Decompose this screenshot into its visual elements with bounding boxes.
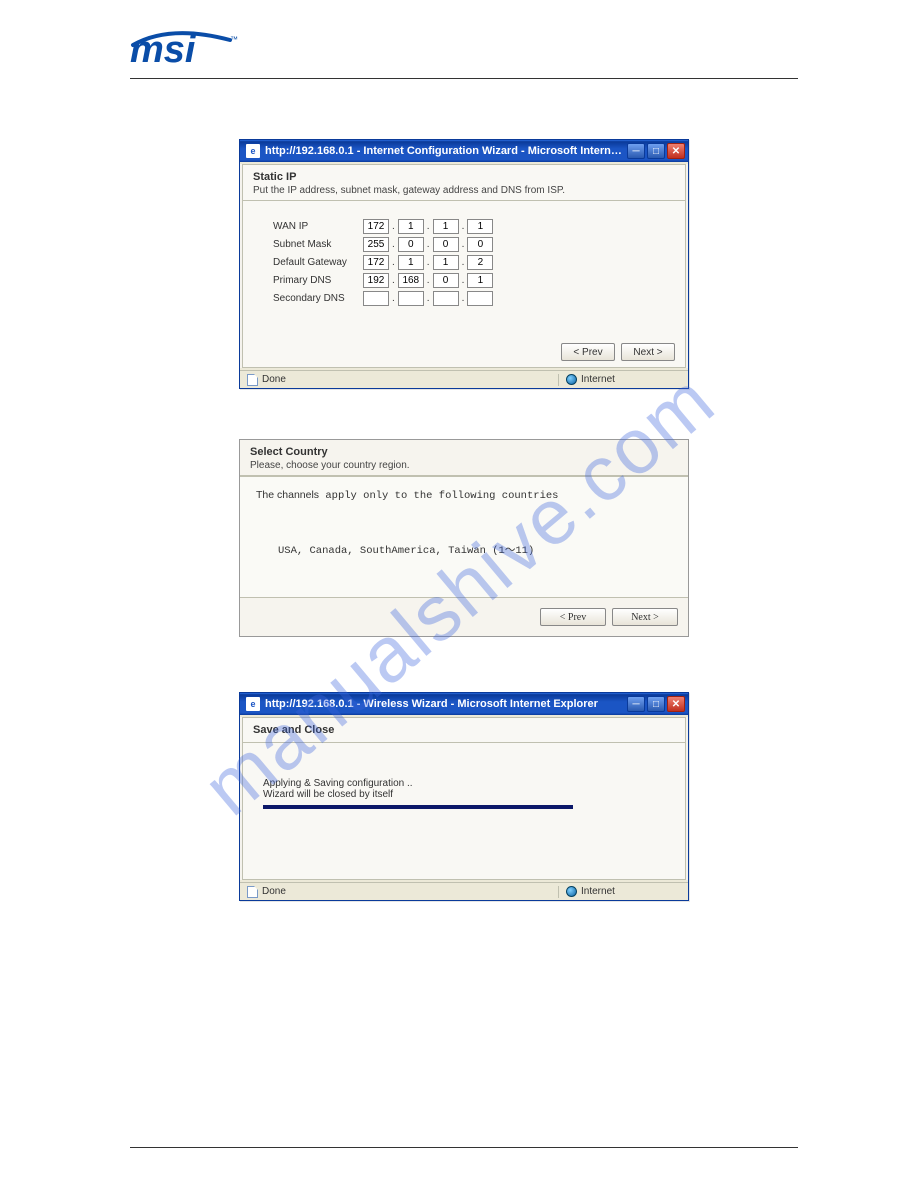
maximize-button[interactable]: □: [647, 143, 665, 159]
wan-ip-octet-1[interactable]: [363, 219, 389, 234]
primary-dns-octet-2[interactable]: [398, 273, 424, 288]
titlebar[interactable]: e http://192.168.0.1 - Internet Configur…: [240, 140, 688, 162]
secondary-dns-field: . . .: [363, 291, 493, 306]
subnet-mask-field: . . .: [363, 237, 493, 252]
default-gateway-octet-1[interactable]: [363, 255, 389, 270]
default-gateway-octet-3[interactable]: [433, 255, 459, 270]
wan-ip-octet-3[interactable]: [433, 219, 459, 234]
progress-text-2: Wizard will be closed by itself: [263, 789, 665, 800]
subnet-mask-octet-4[interactable]: [467, 237, 493, 252]
wan-ip-octet-4[interactable]: [467, 219, 493, 234]
top-divider: [130, 78, 798, 79]
secondary-dns-octet-1[interactable]: [363, 291, 389, 306]
subnet-mask-octet-3[interactable]: [433, 237, 459, 252]
status-text: Done: [262, 374, 286, 385]
country-list: USA, Canada, SouthAmerica, Taiwan (1～11): [256, 542, 672, 557]
page-icon: [246, 886, 258, 898]
wan-ip-octet-2[interactable]: [398, 219, 424, 234]
default-gateway-label: Default Gateway: [273, 257, 363, 268]
close-button[interactable]: ✕: [667, 696, 685, 712]
progress-bar: [263, 805, 573, 809]
document-page: msi ™ manualshive.com e http://192.168.0…: [0, 0, 918, 1188]
window-title: http://192.168.0.1 - Internet Configurat…: [265, 145, 627, 157]
ie-icon: e: [246, 144, 260, 158]
minimize-button[interactable]: ─: [627, 696, 645, 712]
panel-title: Select Country: [250, 446, 678, 458]
primary-dns-field: . . .: [363, 273, 493, 288]
zone-text: Internet: [581, 886, 615, 897]
subnet-mask-octet-2[interactable]: [398, 237, 424, 252]
subnet-mask-octet-1[interactable]: [363, 237, 389, 252]
maximize-button[interactable]: □: [647, 696, 665, 712]
window-static-ip: e http://192.168.0.1 - Internet Configur…: [239, 139, 689, 389]
statusbar: Done Internet: [240, 882, 688, 900]
msi-logo: msi ™: [130, 30, 798, 70]
channels-note: The channels apply only to the following…: [256, 489, 672, 502]
default-gateway-octet-2[interactable]: [398, 255, 424, 270]
globe-icon: [565, 886, 577, 898]
progress-text-1: Applying & Saving configuration ..: [263, 778, 665, 789]
window-title: http://192.168.0.1 - Wireless Wizard - M…: [265, 698, 627, 710]
panel-select-country: Select Country Please, choose your count…: [239, 439, 689, 637]
secondary-dns-label: Secondary DNS: [273, 293, 363, 304]
panel-subtitle: Please, choose your country region.: [250, 460, 678, 471]
panel-title: Save and Close: [253, 724, 675, 736]
status-text: Done: [262, 886, 286, 897]
wan-ip-label: WAN IP: [273, 221, 363, 232]
zone-text: Internet: [581, 374, 615, 385]
panel-subtitle: Put the IP address, subnet mask, gateway…: [253, 185, 675, 196]
secondary-dns-octet-4[interactable]: [467, 291, 493, 306]
default-gateway-field: . . .: [363, 255, 493, 270]
default-gateway-octet-4[interactable]: [467, 255, 493, 270]
close-button[interactable]: ✕: [667, 143, 685, 159]
primary-dns-label: Primary DNS: [273, 275, 363, 286]
page-icon: [246, 374, 258, 386]
primary-dns-octet-3[interactable]: [433, 273, 459, 288]
panel-header: Select Country Please, choose your count…: [240, 440, 688, 476]
bottom-divider: [130, 1147, 798, 1148]
prev-button[interactable]: < Prev: [540, 608, 606, 626]
secondary-dns-octet-3[interactable]: [433, 291, 459, 306]
minimize-button[interactable]: ─: [627, 143, 645, 159]
primary-dns-octet-1[interactable]: [363, 273, 389, 288]
titlebar[interactable]: e http://192.168.0.1 - Wireless Wizard -…: [240, 693, 688, 715]
next-button[interactable]: Next >: [612, 608, 678, 626]
ie-icon: e: [246, 697, 260, 711]
panel-header: Static IP Put the IP address, subnet mas…: [243, 165, 685, 201]
statusbar: Done Internet: [240, 370, 688, 388]
subnet-mask-label: Subnet Mask: [273, 239, 363, 250]
window-save-close: e http://192.168.0.1 - Wireless Wizard -…: [239, 692, 689, 901]
secondary-dns-octet-2[interactable]: [398, 291, 424, 306]
next-button[interactable]: Next >: [621, 343, 675, 361]
panel-title: Static IP: [253, 171, 675, 183]
wan-ip-field: . . .: [363, 219, 493, 234]
prev-button[interactable]: < Prev: [561, 343, 615, 361]
globe-icon: [565, 374, 577, 386]
primary-dns-octet-4[interactable]: [467, 273, 493, 288]
panel-header: Save and Close: [243, 718, 685, 743]
